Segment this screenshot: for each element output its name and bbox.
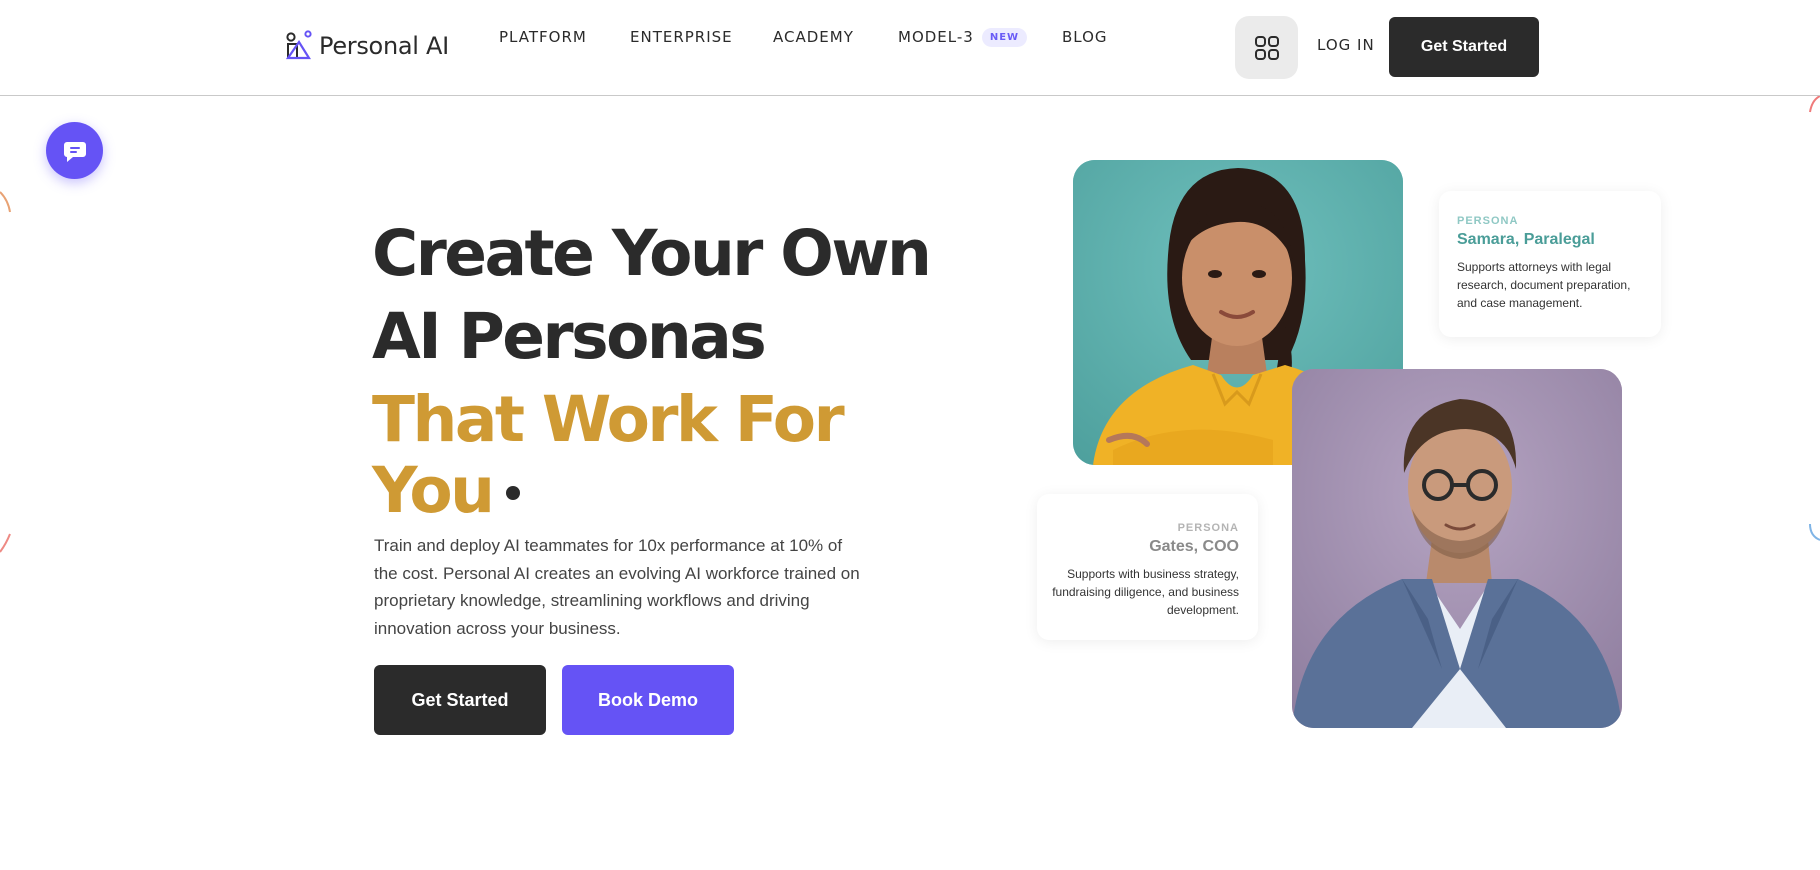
nav-platform[interactable]: PLATFORM: [499, 28, 587, 46]
chat-launcher-button[interactable]: [46, 122, 103, 179]
hero-title-line-3: That Work For: [372, 383, 845, 456]
logo-mark-icon: [285, 30, 312, 60]
hero-title-line-1: Create Your Own: [372, 217, 932, 290]
hero-title: Create Your Own AI Personas That Work Fo…: [372, 212, 932, 522]
apps-grid-button[interactable]: [1235, 16, 1298, 79]
nav-model-3-label: MODEL-3: [898, 28, 974, 46]
logo[interactable]: Personal AI: [285, 30, 449, 62]
typing-cursor-dot: [506, 485, 521, 500]
nav-enterprise[interactable]: ENTERPRISE: [630, 28, 733, 46]
new-badge: NEW: [981, 27, 1028, 47]
persona-photo-gates: [1292, 369, 1622, 728]
persona-description: Supports attorneys with legal research, …: [1457, 260, 1631, 310]
hero-title-you: You: [372, 454, 495, 527]
persona-name: Samara, Paralegal: [1457, 231, 1595, 248]
persona-card-samara: PERSONA Samara, Paralegal Supports attor…: [1439, 191, 1661, 337]
decorative-arc-left-top: [0, 191, 11, 213]
nav-model-3[interactable]: MODEL-3 NEW: [898, 27, 1028, 47]
book-demo-button[interactable]: Book Demo: [562, 665, 734, 735]
get-started-button[interactable]: Get Started: [374, 665, 546, 735]
persona-name: Gates, COO: [1149, 538, 1239, 555]
nav-academy[interactable]: ACADEMY: [773, 28, 854, 46]
hero-description: Train and deploy AI teammates for 10x pe…: [374, 536, 860, 638]
grid-icon: [1254, 35, 1279, 60]
persona-kicker: PERSONA: [1177, 522, 1239, 534]
login-link[interactable]: LOG IN: [1317, 36, 1375, 54]
persona-card-gates: PERSONA Gates, COO Supports with busines…: [1037, 494, 1258, 640]
decorative-arc-right-top: [1809, 96, 1820, 113]
hero-title-line-4: You: [372, 459, 932, 522]
hero-title-line-2: AI Personas: [372, 300, 767, 373]
header-get-started-button[interactable]: Get Started: [1389, 17, 1539, 77]
site-header: Personal AI PLATFORM ENTERPRISE ACADEMY …: [0, 0, 1820, 96]
nav-blog[interactable]: BLOG: [1062, 28, 1108, 46]
logo-text: Personal AI: [319, 32, 449, 60]
decorative-arc-right-bottom: [1809, 523, 1820, 541]
persona-description: Supports with business strategy, fundrai…: [1052, 567, 1239, 617]
portrait-man-image: [1292, 369, 1622, 728]
chat-bubble-icon: [63, 141, 86, 162]
decorative-arc-left-bottom: [0, 533, 11, 553]
persona-kicker: PERSONA: [1457, 215, 1519, 227]
